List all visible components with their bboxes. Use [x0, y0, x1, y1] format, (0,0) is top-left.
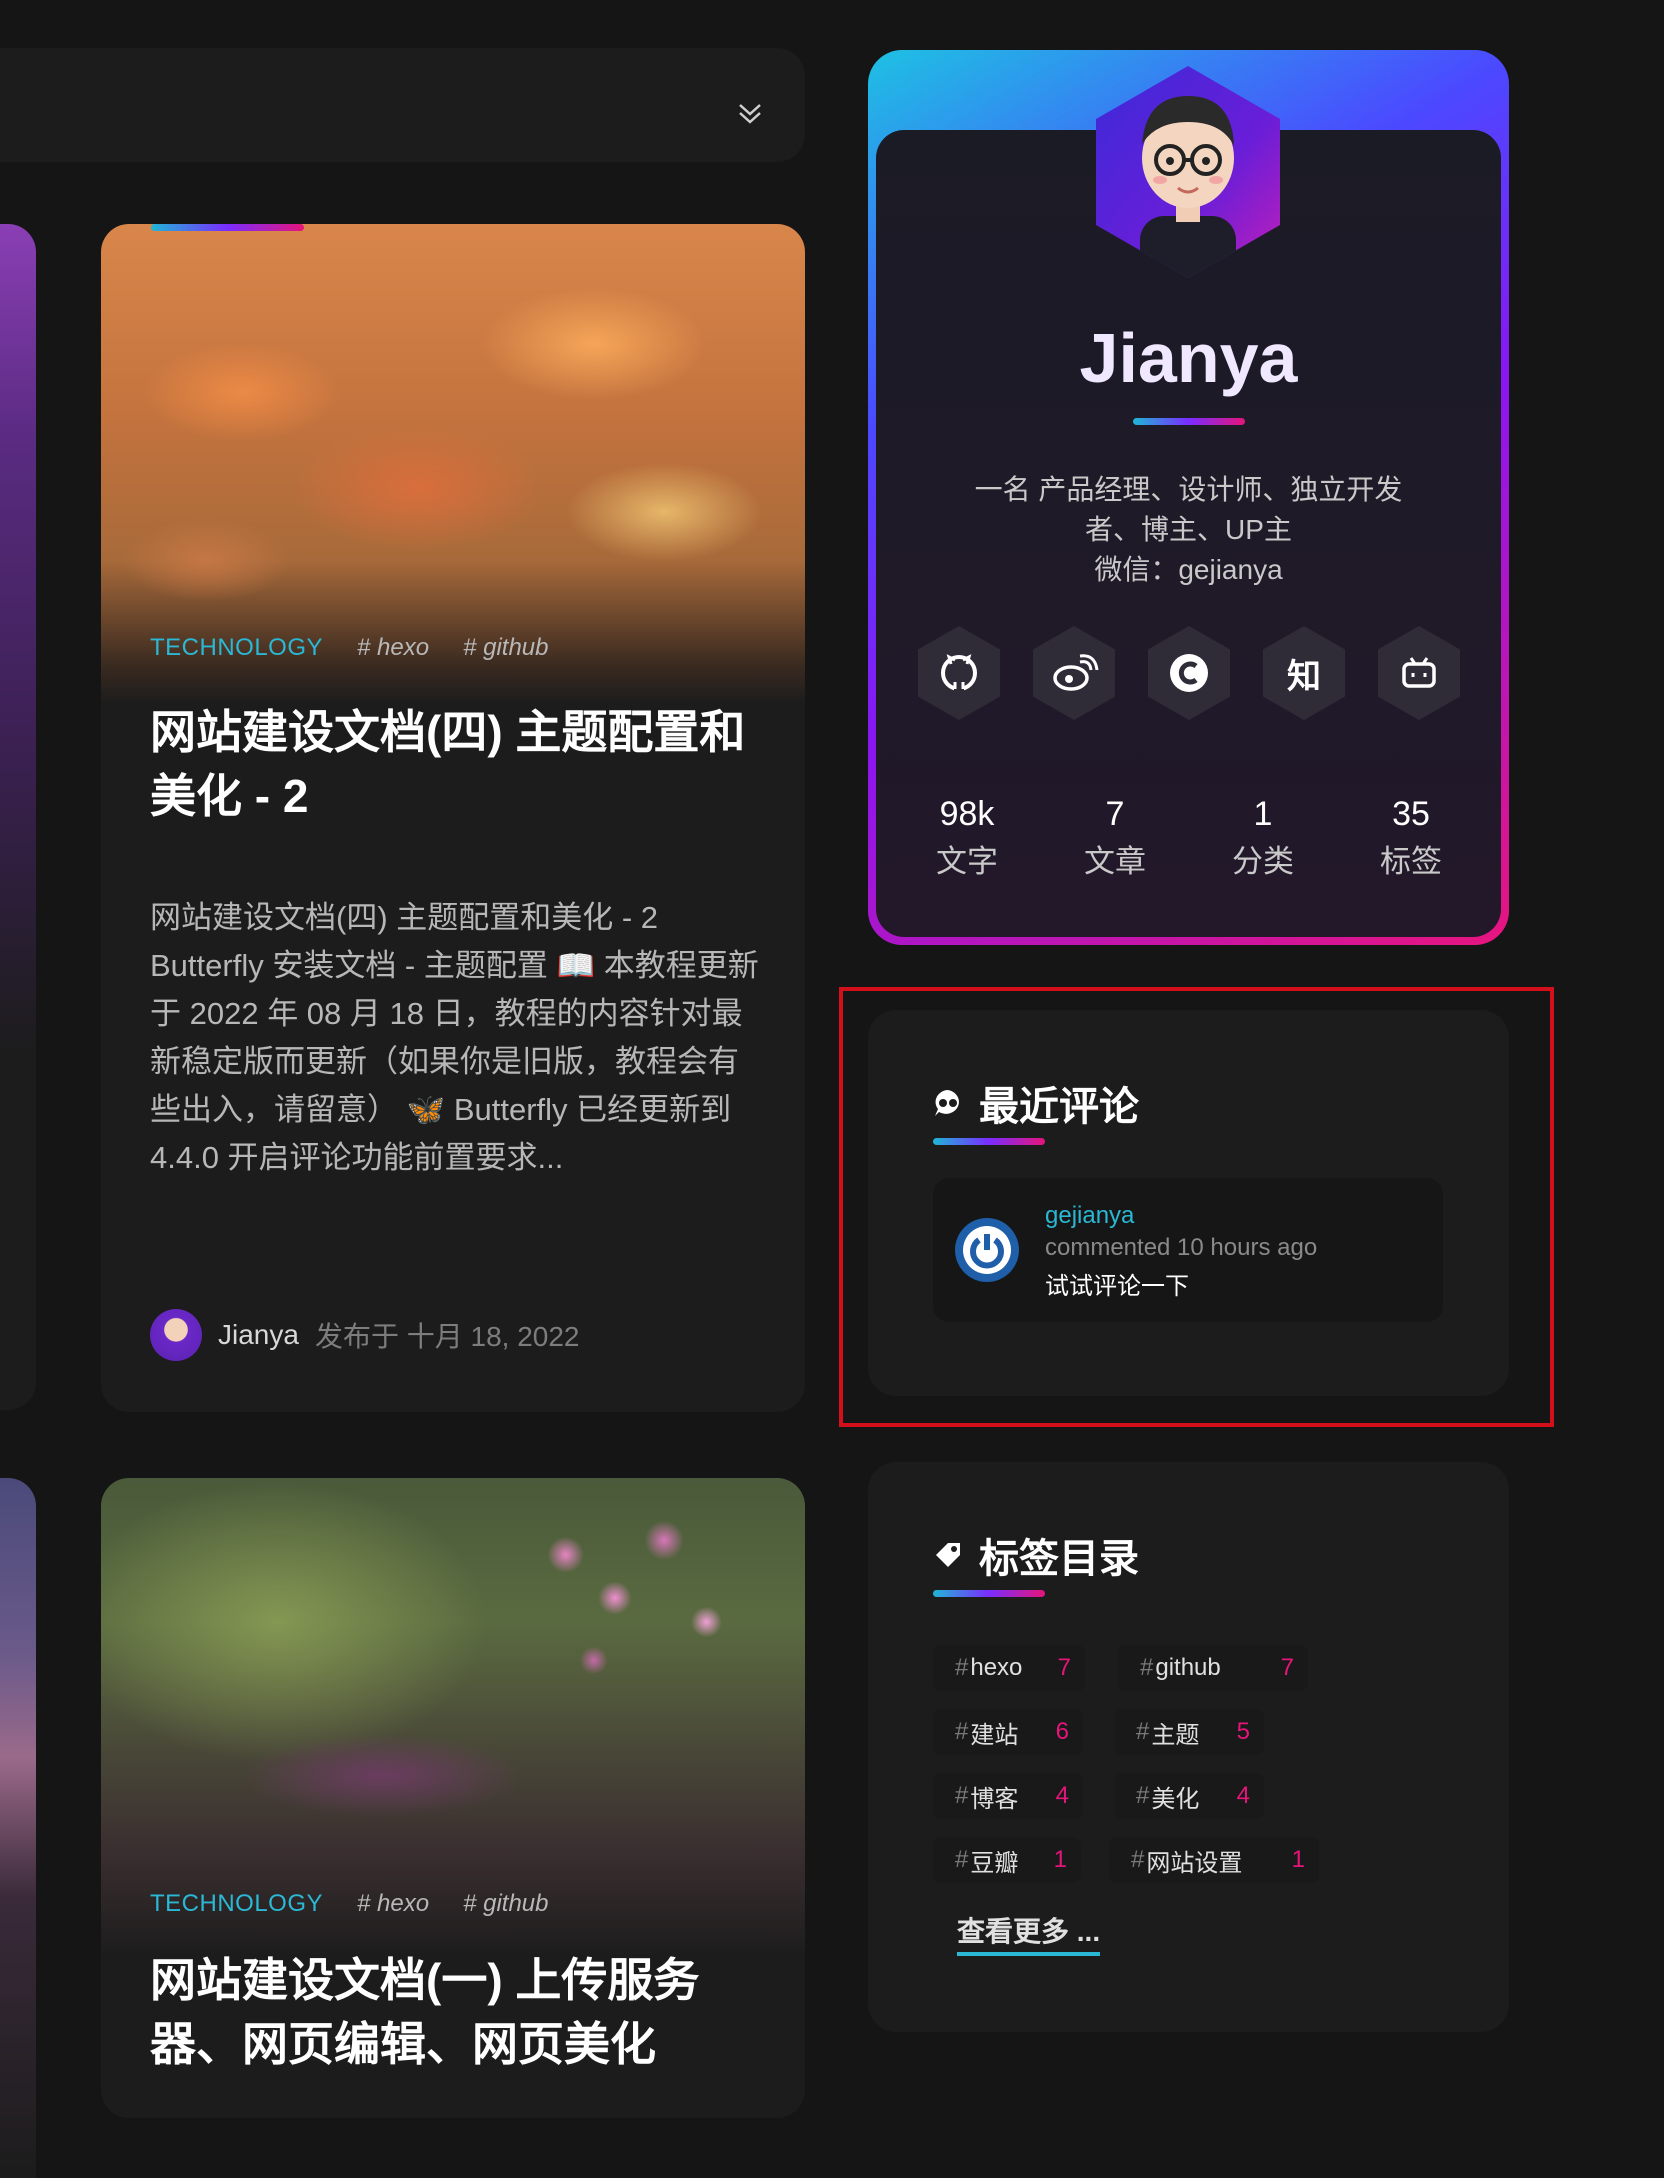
bilibili-link[interactable] — [1378, 626, 1460, 720]
tag-chip[interactable]: # hexo 7 — [933, 1645, 1085, 1691]
tag-name: 美化 — [1151, 1785, 1200, 1813]
post-tag[interactable]: # github — [463, 1890, 548, 1918]
tag-name: hexo — [970, 1654, 1023, 1681]
weibo-link[interactable] — [1033, 626, 1115, 720]
previous-post-card-edge[interactable] — [0, 224, 36, 1410]
post-category[interactable]: TECHNOLOGY — [150, 1890, 323, 1918]
tag-name: 建站 — [970, 1721, 1019, 1749]
tag-directory-title: 标签目录 — [979, 1537, 1139, 1581]
card-accent-bar — [151, 224, 304, 231]
author-avatar[interactable] — [150, 1309, 202, 1361]
stat-label: 分类 — [1232, 844, 1294, 879]
stat-posts[interactable]: 7 文章 — [1055, 790, 1175, 886]
stat-value: 1 — [1253, 795, 1273, 833]
github-link[interactable] — [918, 626, 1000, 720]
post-card[interactable]: TECHNOLOGY # hexo # github 网站建设文档(四) 主题配… — [101, 224, 805, 1412]
tag-count: 6 — [1055, 1718, 1069, 1745]
tag-count: 4 — [1236, 1782, 1250, 1809]
post-title[interactable]: 网站建设文档(一) 上传服务器、网页编辑、网页美化 — [150, 1948, 750, 2076]
c-icon — [1170, 654, 1208, 692]
heading-underline — [933, 1590, 1045, 1597]
stat-value: 98k — [939, 795, 995, 833]
post-tag[interactable]: # hexo — [357, 634, 429, 662]
tag-chip[interactable]: # github 7 — [1118, 1645, 1308, 1691]
bilibili-icon — [1402, 657, 1436, 688]
tag-count: 4 — [1055, 1782, 1069, 1809]
stat-value: 35 — [1392, 795, 1430, 833]
post-card[interactable]: TECHNOLOGY # hexo # github 网站建设文档(一) 上传服… — [101, 1478, 805, 2118]
author-name[interactable]: Jianya — [218, 1319, 299, 1351]
weibo-icon — [1053, 654, 1099, 691]
stat-label: 标签 — [1380, 844, 1442, 879]
tag-name: 博客 — [970, 1785, 1019, 1813]
tag-name: 主题 — [1151, 1721, 1200, 1749]
tag-count: 1 — [1291, 1846, 1305, 1873]
post-category[interactable]: TECHNOLOGY — [150, 634, 323, 662]
tag-chip[interactable]: # 主题 5 — [1114, 1709, 1264, 1755]
stat-categories[interactable]: 1 分类 — [1203, 790, 1323, 886]
c-link[interactable] — [1148, 626, 1230, 720]
profile-avatar[interactable] — [1096, 66, 1280, 278]
post-tag[interactable]: # github — [463, 634, 548, 662]
tag-directory-heading: 标签目录 — [933, 1526, 1139, 1584]
tag-chip[interactable]: # 建站 6 — [933, 1709, 1083, 1755]
post-date: 发布于 十月 18, 2022 — [314, 1321, 580, 1352]
highlight-box — [839, 987, 1554, 1427]
post-meta: TECHNOLOGY # hexo # github — [150, 1890, 549, 1918]
top-toolbar — [0, 48, 805, 162]
tag-icon — [936, 1543, 960, 1567]
post-tag[interactable]: # hexo — [357, 1890, 429, 1918]
profile-name-underline — [1133, 418, 1245, 425]
zhihu-link[interactable]: 知 — [1263, 626, 1345, 720]
profile-name: Jianya — [1079, 319, 1298, 397]
post-meta: TECHNOLOGY # hexo # github — [150, 634, 549, 662]
tag-name: 网站设置 — [1146, 1849, 1243, 1877]
tag-directory-card: 标签目录 # hexo 7 # github 7 # 建站 6 # 主题 5 # 博客 4 # 美化 4… — [868, 1462, 1509, 2032]
post-excerpt: 网站建设文档(四) 主题配置和美化 - 2 Butterfly 安装文档 - 主… — [150, 900, 759, 1175]
github-icon — [941, 654, 977, 691]
tag-name: 豆瓣 — [970, 1849, 1019, 1877]
profile-description: 一名 产品经理、设计师、独立开发者、博主、UP主 微信：gejianya — [974, 474, 1403, 585]
tag-chip[interactable]: # 美化 4 — [1114, 1773, 1264, 1819]
stat-label: 文章 — [1084, 844, 1146, 879]
zhihu-icon: 知 — [1287, 657, 1321, 696]
post-cover-image[interactable] — [101, 1478, 805, 1958]
previous-post-card-edge-2[interactable] — [0, 1478, 36, 2178]
tag-chip[interactable]: # 博客 4 — [933, 1773, 1083, 1819]
tag-count: 7 — [1280, 1654, 1294, 1681]
post-author: Jianya 发布于 十月 18, 2022 — [150, 1309, 580, 1361]
tag-count: 1 — [1053, 1846, 1067, 1873]
stat-label: 文字 — [936, 844, 998, 879]
post-title[interactable]: 网站建设文档(四) 主题配置和美化 - 2 — [150, 700, 750, 828]
stat-tags[interactable]: 35 标签 — [1351, 790, 1471, 886]
tag-chip[interactable]: # 网站设置 1 — [1109, 1837, 1319, 1883]
view-more-tags-link[interactable]: 查看更多 ... — [957, 1910, 1101, 1956]
tag-name: github — [1155, 1654, 1221, 1681]
tag-count: 5 — [1236, 1718, 1250, 1745]
tag-count: 7 — [1057, 1654, 1071, 1681]
stat-words[interactable]: 98k 文字 — [907, 790, 1027, 886]
stat-value: 7 — [1105, 795, 1125, 833]
tag-chip[interactable]: # 豆瓣 1 — [933, 1837, 1081, 1883]
post-cover-image[interactable] — [101, 224, 805, 704]
double-chevron-down-icon[interactable] — [737, 100, 763, 126]
